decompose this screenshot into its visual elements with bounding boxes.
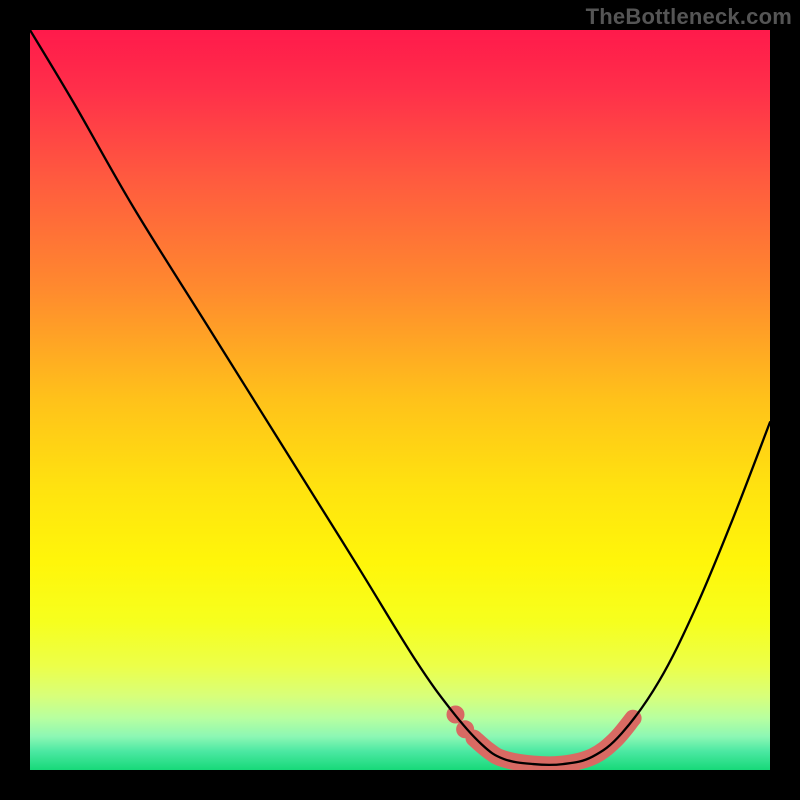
watermark-text: TheBottleneck.com xyxy=(586,4,792,30)
plot-area xyxy=(30,30,770,770)
chart-frame: TheBottleneck.com xyxy=(0,0,800,800)
chart-svg xyxy=(30,30,770,770)
gradient-background xyxy=(30,30,770,770)
